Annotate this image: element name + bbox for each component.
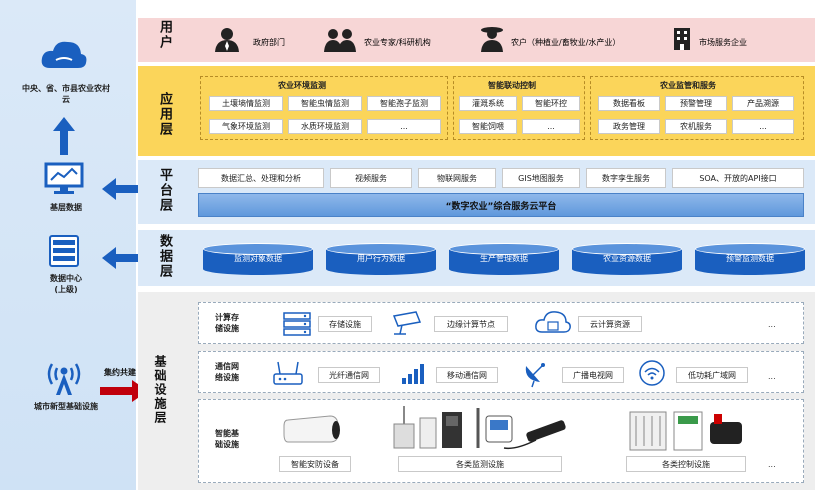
- data-center-sub-label: (上级): [54, 285, 78, 294]
- monitoring-devices-icon: [393, 406, 566, 450]
- user-item: 市场服务企业: [699, 38, 747, 47]
- row-title: 通信网络设施: [215, 362, 239, 382]
- app-item[interactable]: 农机服务: [665, 119, 727, 134]
- infra-item[interactable]: 移动通信网: [436, 367, 498, 383]
- up-arrow-icon: [53, 117, 75, 155]
- data-cylinder: 预警监测数据: [695, 243, 805, 275]
- app-item[interactable]: 预警管理: [665, 96, 727, 111]
- data-cylinder-label: 生产管理数据: [480, 254, 528, 263]
- government-official-icon: [215, 28, 239, 52]
- data-center-label: 数据中心: [50, 274, 82, 283]
- storage-rack-icon: [283, 312, 311, 336]
- infra-item[interactable]: 广播电视网: [562, 367, 624, 383]
- satellite-dish-icon: [525, 363, 545, 388]
- layer-title-app: 应用层: [157, 92, 172, 137]
- user-item: 农业专家/科研机构: [364, 38, 431, 47]
- cloud-label: 中央、省、市县农业农村云: [22, 84, 110, 104]
- shared-build-label: 集约共建: [104, 368, 136, 377]
- app-item[interactable]: 智能环控: [522, 96, 580, 111]
- platform-item[interactable]: GIS地图服务: [502, 168, 580, 188]
- left-panel: 中央、省、市县农业农村云 基层数据 数据中心 (上级) 城市新型基础设施: [0, 0, 136, 490]
- panel-title: 智能联动控制: [488, 81, 536, 90]
- platform-item[interactable]: 视频服务: [330, 168, 412, 188]
- cctv-camera-icon: [392, 311, 422, 335]
- infra-item[interactable]: 光纤通信网: [318, 367, 380, 383]
- data-cylinder-label: 农业资源数据: [603, 254, 651, 263]
- app-item[interactable]: 水质环境监测: [288, 119, 362, 134]
- infra-item[interactable]: 边缘计算节点: [434, 316, 508, 332]
- cloud-compute-icon: [535, 311, 571, 333]
- data-cylinder: 监测对象数据: [203, 243, 313, 275]
- building-icon: [674, 28, 690, 50]
- monitor-icon: [44, 162, 84, 194]
- city-infra-label: 城市新型基础设施: [34, 402, 98, 411]
- infra-item[interactable]: 云计算资源: [578, 316, 642, 332]
- data-cylinder: 生产管理数据: [449, 243, 559, 275]
- platform-item[interactable]: 数据汇总、处理和分析: [198, 168, 324, 188]
- more-indicator: ...: [768, 320, 776, 329]
- more-indicator: ...: [768, 460, 776, 469]
- app-item-more: ...: [522, 119, 580, 134]
- platform-item[interactable]: 物联网服务: [418, 168, 496, 188]
- app-item-more: ...: [732, 119, 794, 134]
- cloud-icon: [41, 41, 87, 68]
- row-title: 计算存储设施: [215, 313, 239, 333]
- more-indicator: ...: [768, 372, 776, 381]
- app-item[interactable]: 政务管理: [598, 119, 660, 134]
- cloud-platform-bar: “数字农业”综合服务云平台: [198, 193, 804, 217]
- farmer-icon: [481, 27, 503, 52]
- infra-item[interactable]: 各类控制设施: [626, 456, 746, 472]
- infra-item[interactable]: 存储设施: [318, 316, 372, 332]
- wifi-icon: [639, 360, 665, 386]
- data-cylinder: 农业资源数据: [572, 243, 682, 275]
- user-item: 政府部门: [253, 38, 285, 47]
- signal-bars-icon: [402, 364, 424, 384]
- data-cylinder: 用户行为数据: [326, 243, 436, 275]
- infra-item[interactable]: 低功耗广域网: [676, 367, 748, 383]
- layer-title-platform: 平台层: [157, 168, 172, 213]
- layer-title-data: 数据层: [157, 234, 172, 279]
- app-item[interactable]: 智能饲喂: [459, 119, 517, 134]
- app-item[interactable]: 产品溯源: [732, 96, 794, 111]
- app-item[interactable]: 土壤墒情监测: [209, 96, 283, 111]
- control-devices-icon: [629, 411, 742, 451]
- antenna-tower-icon: [47, 363, 81, 395]
- layer-title-infra: 基础设施层: [153, 355, 167, 425]
- user-item: 农户（种植业/畜牧业/水产业）: [511, 38, 621, 47]
- data-cylinder-label: 预警监测数据: [726, 254, 774, 263]
- panel-title: 农业监管和服务: [660, 81, 716, 90]
- app-item[interactable]: 灌溉系统: [459, 96, 517, 111]
- platform-item[interactable]: SOA、开放的API接口: [672, 168, 804, 188]
- app-item[interactable]: 数据看板: [598, 96, 660, 111]
- app-item-more: ...: [367, 119, 441, 134]
- row-title: 智能基础设施: [215, 429, 239, 449]
- app-item[interactable]: 智能虫情监测: [288, 96, 362, 111]
- data-cylinder-label: 用户行为数据: [357, 254, 405, 263]
- infra-item[interactable]: 智能安防设备: [279, 456, 351, 472]
- server-icon: [49, 235, 79, 267]
- panel-title: 农业环境监测: [278, 81, 326, 90]
- security-camera-icon: [283, 415, 340, 443]
- experts-group-icon: [324, 29, 356, 52]
- app-item[interactable]: 智能孢子监测: [367, 96, 441, 111]
- platform-item[interactable]: 数字孪生服务: [586, 168, 666, 188]
- infra-item[interactable]: 各类监测设施: [398, 456, 562, 472]
- router-icon: [273, 361, 303, 385]
- base-data-label: 基层数据: [50, 203, 82, 212]
- app-item[interactable]: 气象环境监测: [209, 119, 283, 134]
- layer-title-user: 用户: [157, 20, 172, 50]
- data-cylinder-label: 监测对象数据: [234, 254, 282, 263]
